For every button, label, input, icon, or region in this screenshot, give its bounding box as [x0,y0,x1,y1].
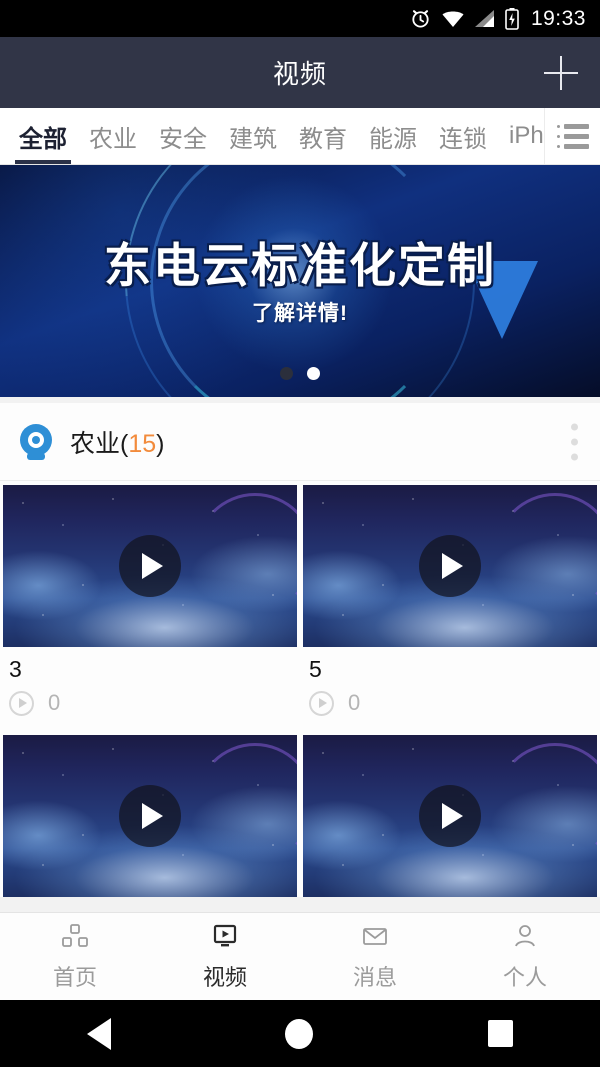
alarm-icon [409,7,432,30]
envelope-icon [360,922,390,952]
play-count-icon [9,690,34,716]
video-card[interactable]: 3 0 [3,485,297,729]
bottom-tab-bar: 首页 视频 消息 个人 [0,912,600,1000]
video-thumbnail[interactable] [3,485,297,647]
banner-headline: 东电云标准化定制 [104,239,496,292]
wifi-icon [441,9,465,29]
section-title: 农业(15) [70,424,164,460]
tab-all[interactable]: 全部 [8,108,78,164]
play-icon[interactable] [419,785,481,847]
video-thumbnail[interactable] [303,485,597,647]
add-button[interactable] [544,55,578,90]
recents-square-icon[interactable] [487,1020,513,1047]
video-title: 3 [9,656,22,682]
blocks-icon [60,922,90,952]
android-nav-bar [0,1000,600,1067]
section-header: 农业(15) [0,403,600,481]
section-count: 15 [128,429,157,458]
person-icon [510,922,540,952]
play-icon[interactable] [119,535,181,597]
video-card[interactable] [3,735,297,897]
app-header: 视频 [0,37,600,108]
bottom-tab-label: 个人 [502,964,547,990]
category-tab-strip[interactable]: 全部 农业 安全 建筑 教育 能源 连锁 iPhone [0,108,544,164]
cellular-signal-icon [474,9,496,29]
bottom-tab-label: 消息 [352,964,397,990]
section-paren-close: ) [156,429,165,458]
video-thumbnail[interactable] [303,735,597,897]
bottom-tab-home[interactable]: 首页 [0,922,150,992]
bottom-tab-label: 首页 [52,964,97,990]
status-bar-clock: 19:33 [530,6,586,30]
banner-subline: 了解详情! [252,302,348,325]
video-view-count: 0 [348,690,361,715]
video-meta: 0 [3,683,297,729]
tab-construction[interactable]: 建筑 [218,108,288,164]
video-meta: 0 [303,683,597,729]
carousel-dot-2[interactable] [307,367,320,380]
video-monitor-icon [210,922,240,952]
kebab-menu-icon[interactable] [571,423,578,460]
bottom-tab-profile[interactable]: 个人 [450,922,600,992]
bottom-tab-video[interactable]: 视频 [150,922,300,992]
carousel-dots [0,367,600,380]
phone-screen: 19:33 视频 全部 农业 安全 建筑 教育 能源 连锁 iPhone [0,0,600,1067]
tab-safety[interactable]: 安全 [148,108,218,164]
play-count-icon [309,690,334,716]
video-title: 5 [309,656,322,682]
tab-education[interactable]: 教育 [288,108,358,164]
status-bar: 19:33 [0,0,600,37]
category-section: 农业(15) 3 0 5 0 [0,403,600,897]
webcam-icon [18,423,54,460]
tab-energy[interactable]: 能源 [358,108,428,164]
promo-banner[interactable]: 东电云标准化定制 了解详情! [0,165,600,397]
bottom-tab-label: 视频 [202,964,247,990]
list-menu-icon [556,123,589,149]
play-icon[interactable] [119,785,181,847]
tab-iphone[interactable]: iPhone [498,108,544,164]
back-triangle-icon[interactable] [87,1017,112,1050]
battery-charging-icon [505,7,519,30]
page-title: 视频 [272,59,327,89]
section-name: 农业 [70,429,121,458]
video-card[interactable]: 5 0 [303,485,597,729]
tab-agriculture[interactable]: 农业 [78,108,148,164]
video-grid: 3 0 5 0 [0,481,600,897]
video-view-count: 0 [48,690,61,715]
category-tab-bar: 全部 农业 安全 建筑 教育 能源 连锁 iPhone [0,108,600,165]
play-icon[interactable] [419,535,481,597]
tab-chainstore[interactable]: 连锁 [428,108,498,164]
bottom-tab-messages[interactable]: 消息 [300,922,450,992]
content-area: 农业(15) 3 0 5 0 [0,397,600,912]
video-card[interactable] [303,735,597,897]
carousel-dot-1[interactable] [280,367,293,380]
category-list-button[interactable] [544,108,600,164]
video-thumbnail[interactable] [3,735,297,897]
home-circle-icon[interactable] [285,1018,314,1049]
